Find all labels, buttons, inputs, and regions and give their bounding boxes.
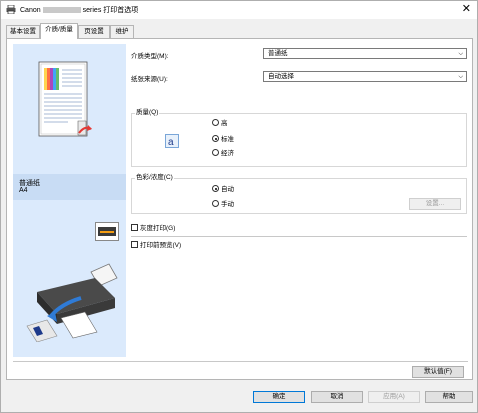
divider (131, 236, 467, 237)
chevron-down-icon: ⌵ (458, 74, 463, 80)
grayscale-checkbox[interactable]: 灰度打印(G) (131, 224, 175, 233)
color-option-auto[interactable]: 自动 (212, 185, 234, 194)
media-quality-panel: 普通纸 A4 介质类型(M): 普通纸 ⌵ 纸张来源(U): 自动选择 ⌵ 质量… (6, 38, 473, 380)
quality-group (131, 113, 467, 167)
grayscale-label: 灰度打印(G) (140, 225, 176, 232)
printer-paper-feed-illustration (26, 263, 118, 342)
quality-option-economy-label: 经济 (221, 150, 234, 157)
paper-source-dropdown[interactable]: 自动选择 ⌵ (263, 71, 467, 82)
help-button[interactable]: 帮助 (425, 391, 473, 403)
svg-text:a: a (168, 137, 174, 148)
quality-option-high[interactable]: 高 (212, 119, 228, 128)
tab-page-setup[interactable]: 页设置 (78, 25, 110, 38)
defaults-button[interactable]: 默认值(F) (412, 366, 464, 378)
quality-option-standard-label: 标准 (221, 136, 234, 143)
quality-group-title: 质量(Q) (135, 109, 160, 117)
window-title: Canon series 打印首选项 (20, 5, 138, 15)
close-icon[interactable]: ✕ (462, 3, 471, 15)
color-option-manual-label: 手动 (221, 201, 234, 208)
window-title-prefix: Canon (20, 7, 41, 14)
quality-letter-a-icon: a (165, 134, 179, 148)
media-type-value: 普通纸 (268, 50, 288, 57)
ok-button[interactable]: 确定 (253, 391, 305, 403)
radio-selected-icon (212, 185, 219, 192)
preview-paper-size: A4 (19, 187, 28, 194)
media-type-dropdown[interactable]: 普通纸 ⌵ (263, 48, 467, 59)
tab-media-quality[interactable]: 介质/质量 (40, 23, 78, 39)
quality-option-standard[interactable]: 标准 (212, 135, 234, 144)
paper-source-value: 自动选择 (268, 73, 294, 80)
paper-caption: 普通纸 A4 (13, 174, 126, 200)
tab-maintenance[interactable]: 维护 (110, 25, 134, 38)
preview-before-print-label: 打印前预览(V) (140, 242, 182, 249)
redacted-model-name (42, 7, 81, 14)
divider (13, 361, 468, 362)
checkbox-icon (131, 241, 138, 248)
title-bar: Canon series 打印首选项 ✕ (1, 1, 477, 19)
chevron-down-icon: ⌵ (458, 51, 463, 57)
printer-app-icon (6, 5, 16, 14)
media-type-label: 介质类型(M): (131, 53, 169, 60)
quality-option-economy[interactable]: 经济 (212, 149, 234, 158)
tab-basic-settings[interactable]: 基本设置 (6, 25, 40, 38)
color-settings-button[interactable]: 设置... (409, 198, 461, 210)
paper-source-label: 纸张来源(U): (131, 76, 168, 83)
paper-preview-icon (38, 61, 92, 137)
cancel-button[interactable]: 取消 (311, 391, 363, 403)
radio-icon (212, 149, 219, 156)
radio-icon (212, 200, 219, 207)
print-preferences-window: Canon series 打印首选项 ✕ 基本设置 介质/质量 页设置 维护 普… (0, 0, 478, 413)
preview-before-print-checkbox[interactable]: 打印前预览(V) (131, 241, 181, 250)
printer-thumbnail-icon (95, 222, 119, 241)
quality-option-high-label: 高 (221, 120, 228, 127)
color-option-auto-label: 自动 (221, 186, 234, 193)
apply-button[interactable]: 应用(A) (368, 391, 420, 403)
color-option-manual[interactable]: 手动 (212, 200, 234, 209)
color-intensity-group-title: 色彩/浓度(C) (135, 174, 174, 182)
radio-icon (212, 119, 219, 126)
radio-selected-icon (212, 135, 219, 142)
window-title-suffix: series 打印首选项 (82, 7, 139, 14)
checkbox-icon (131, 224, 138, 231)
